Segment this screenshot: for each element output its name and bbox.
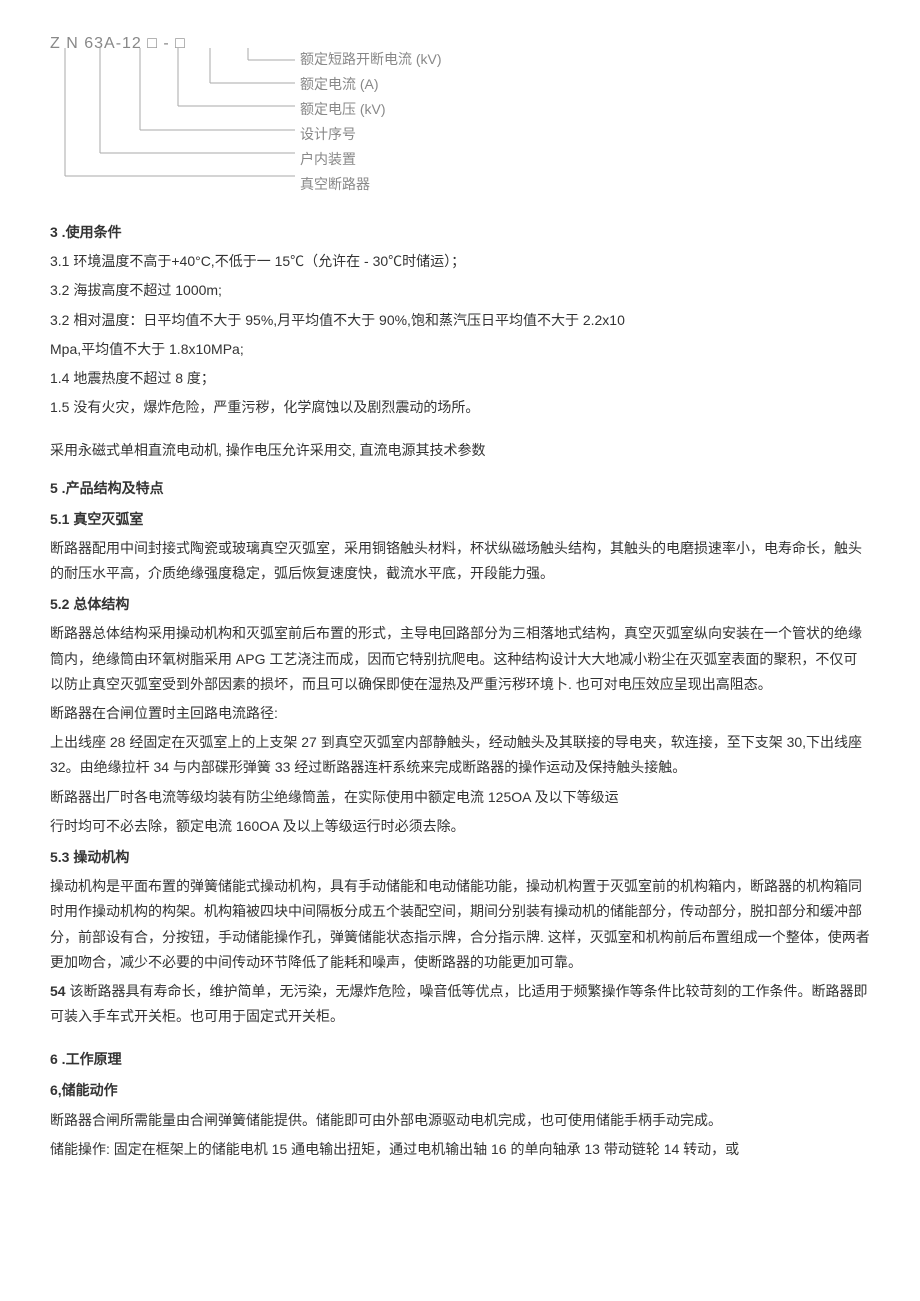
s3-line-1: 3.1 环境温度不高于+40°C,不低于一 15℃（允许在 - 30℃时储运）； [50,249,870,274]
section-5-2-p3: 上出线座 28 经固定在灭弧室上的上支架 27 到真空灭弧室内部静触头，经动触头… [50,730,870,780]
section-5-3-p2: 54 该断路器具有寿命长，维护简单，无污染，无爆炸危险，噪音低等优点，比适用于频… [50,979,870,1029]
section-5-3-title: 5.3 操动机构 [50,845,870,870]
s3-line-2: 3.2 海拔高度不超过 1000m; [50,278,870,303]
s3-line-4: Mpa,平均值不大于 1.8x10MPa; [50,337,870,362]
section-6-p2: 储能操作: 固定在框架上的储能电机 15 通电输出扭矩，通过电机输出轴 16 的… [50,1137,870,1162]
label-vacuum-breaker: 真空断路器 [300,177,442,191]
section-5-2-p1: 断路器总体结构采用操动机构和灭弧室前后布置的形式，主导电回路部分为三相落地式结构… [50,621,870,697]
label-breaking-current: 额定短路开断电流 (kV) [300,52,442,66]
section-6-title: 6 .工作原理 [50,1047,870,1072]
section-5-2-p5: 行时均可不必去除，额定电流 160OA 及以上等级运行时必须去除。 [50,814,870,839]
label-design-seq: 设计序号 [300,127,442,141]
section-5-1-title: 5.1 真空灭弧室 [50,507,870,532]
label-rated-voltage: 额定电压 (kV) [300,102,442,116]
s3-line-3: 3.2 相对温度：日平均值不大于 95%,月平均值不大于 90%,饱和蒸汽压日平… [50,308,870,333]
section-5-2-title: 5.2 总体结构 [50,592,870,617]
section-6-p1: 断路器合闸所需能量由合闸弹簧储能提供。储能即可由外部电源驱动电机完成，也可使用储… [50,1108,870,1133]
label-rated-current: 额定电流 (A) [300,77,442,91]
s3-line-6: 1.5 没有火灾，爆炸危险，严重污秽，化学腐蚀以及剧烈震动的场所。 [50,395,870,420]
section-6-sub: 6,储能动作 [50,1078,870,1103]
section-3-title: 3 .使用条件 [50,220,870,245]
section-5-3-p1: 操动机构是平面布置的弹簧储能式操动机构，具有手动储能和电动储能功能，操动机构置于… [50,874,870,975]
diagram-labels: 额定短路开断电流 (kV) 额定电流 (A) 额定电压 (kV) 设计序号 户内… [300,52,442,202]
s3-line-5: 1.4 地震热度不超过 8 度； [50,366,870,391]
motor-paragraph: 采用永磁式单相直流电动机, 操作电压允许采用交, 直流电源其技术参数 [50,438,870,463]
section-5-2-p4: 断路器出厂时各电流等级均装有防尘绝缘筒盖，在实际使用中额定电流 125OA 及以… [50,785,870,810]
section-5-2-p2: 断路器在合闸位置时主回路电流路径: [50,701,870,726]
model-code-diagram: Z N 63A-12 □ - □ 额定短路开断电流 (kV) 额定电流 (A) … [50,30,870,200]
bracket-lines [50,48,300,208]
section-5-title: 5 .产品结构及特点 [50,476,870,501]
section-5-1-body: 断路器配用中间封接式陶瓷或玻璃真空灭弧室，采用铜铬触头材料，杯状纵磁场触头结构，… [50,536,870,586]
p2-prefix: 54 [50,983,69,999]
p2-body: 该断路器具有寿命长，维护简单，无污染，无爆炸危险，噪音低等优点，比适用于频繁操作… [50,983,867,1024]
label-indoor: 户内装置 [300,152,442,166]
